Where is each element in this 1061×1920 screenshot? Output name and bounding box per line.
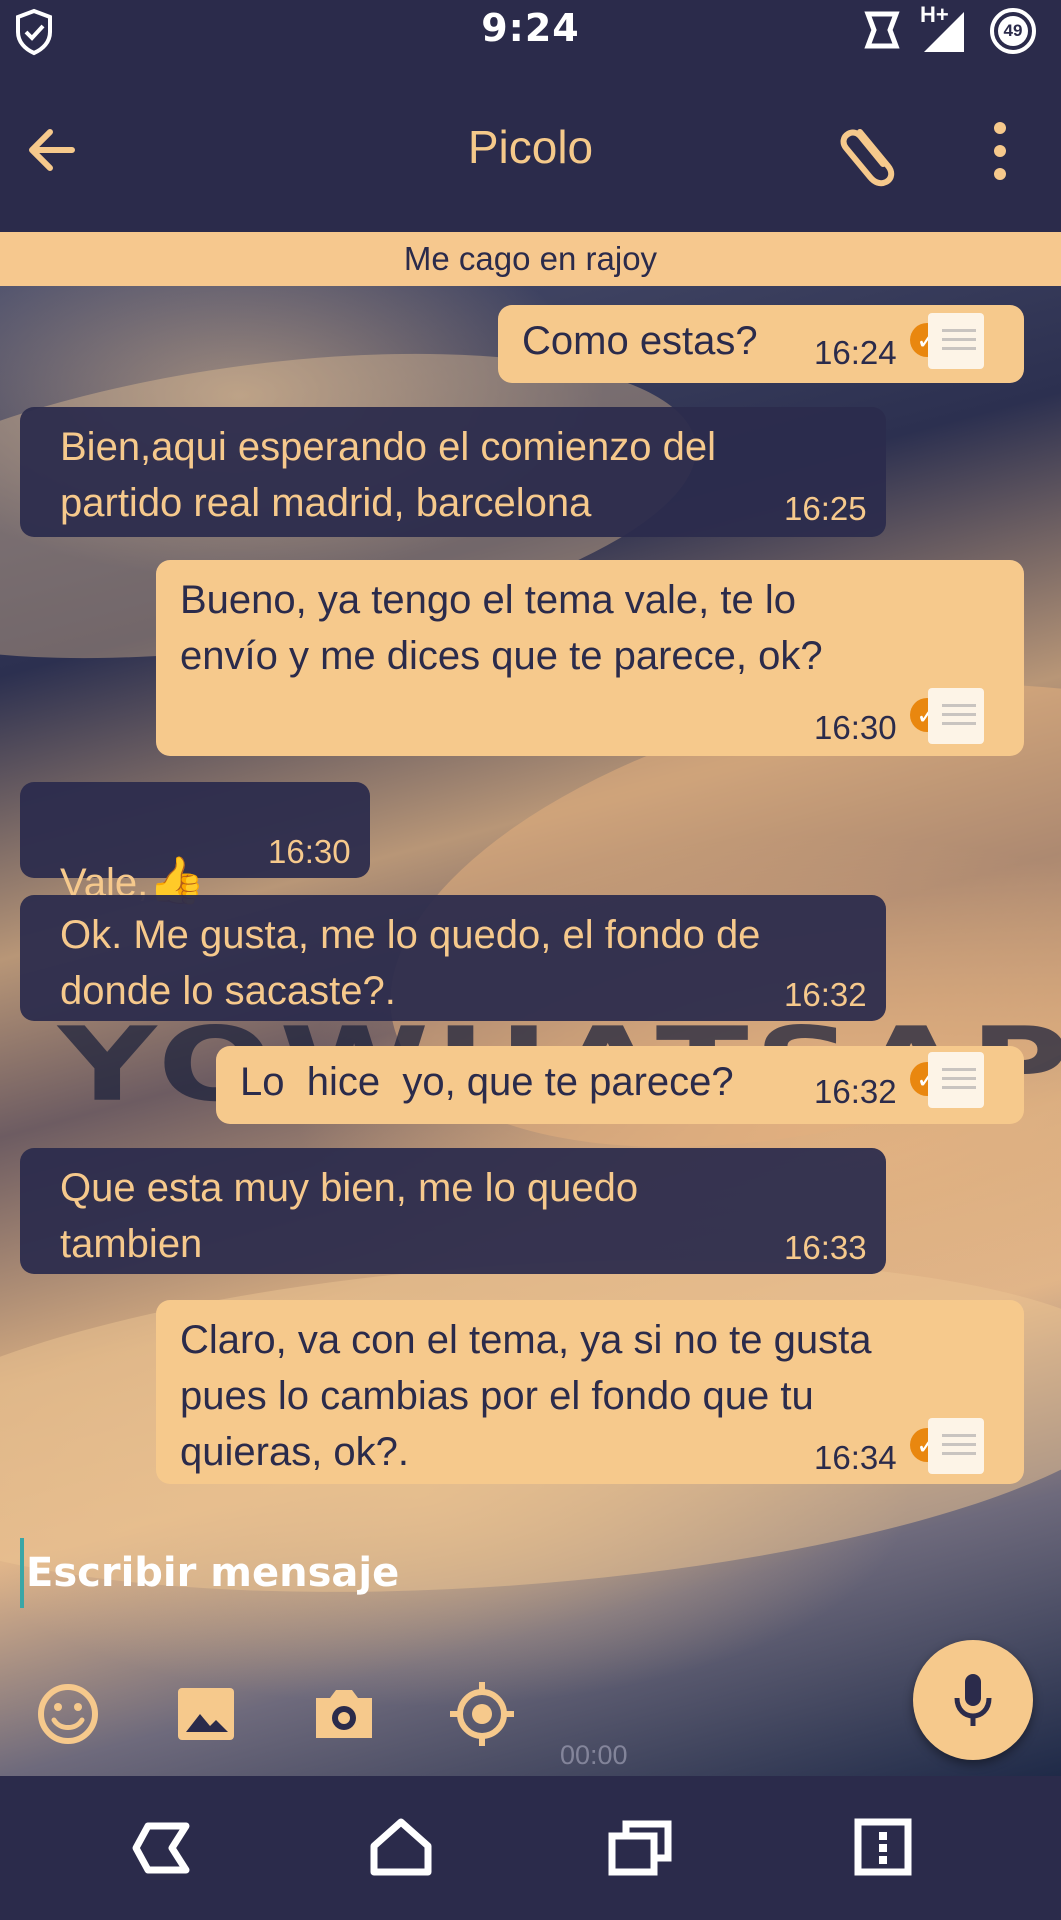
- message-text: Ok. Me gusta, me lo quedo, el fondo de d…: [60, 913, 761, 1013]
- message-input[interactable]: Escribir mensaje: [20, 1538, 920, 1608]
- message-text: Como estas?: [522, 319, 758, 363]
- message-text: Bueno, ya tengo el tema vale, te lo enví…: [180, 578, 823, 678]
- paperclip-icon[interactable]: [836, 118, 906, 188]
- document-icon: [928, 313, 984, 369]
- home-icon[interactable]: [366, 1816, 436, 1880]
- document-icon: [928, 1418, 984, 1474]
- message-bubble-outgoing[interactable]: Lo hice yo, que te parece? 16:32 ✓: [216, 1046, 1024, 1124]
- message-bubble-incoming[interactable]: Vale,👍 16:30: [20, 782, 370, 906]
- message-time: 16:32: [814, 1073, 897, 1110]
- message-time: 16:33: [784, 1229, 867, 1266]
- mic-icon: [954, 1674, 992, 1726]
- battery-level: 49: [998, 16, 1028, 46]
- battery-icon: 49: [990, 8, 1036, 54]
- contact-status: Me cago en rajoy: [0, 232, 1061, 286]
- record-timer: 00:00: [560, 1740, 628, 1770]
- message-text: Lo hice yo, que te parece?: [240, 1060, 734, 1104]
- mic-button[interactable]: [913, 1640, 1033, 1760]
- chat-screen: 9:24 H+ 49 Picolo Me cago en rajoy Como …: [0, 0, 1061, 1920]
- message-time: 16:30: [268, 833, 351, 870]
- message-bubble-outgoing[interactable]: Claro, va con el tema, ya si no te gusta…: [156, 1300, 1024, 1484]
- message-time: 16:25: [784, 490, 867, 527]
- gallery-icon[interactable]: [172, 1680, 240, 1748]
- message-time: 16:32: [784, 976, 867, 1013]
- menu-icon[interactable]: [848, 1816, 918, 1880]
- message-text: Vale,👍: [60, 796, 205, 911]
- message-bubble-outgoing[interactable]: Como estas? 16:24 ✓: [498, 305, 1024, 383]
- recents-icon[interactable]: [606, 1816, 676, 1880]
- message-text: Claro, va con el tema, ya si no te gusta…: [180, 1318, 872, 1474]
- back-nav-icon[interactable]: [126, 1816, 196, 1880]
- signal-icon: [924, 12, 964, 52]
- message-time: 16:24: [814, 334, 897, 371]
- document-icon: [928, 1052, 984, 1108]
- more-vert-icon[interactable]: [975, 118, 1025, 184]
- message-bubble-incoming[interactable]: Bien,aqui esperando el comienzo del part…: [20, 407, 886, 537]
- message-text: Bien,aqui esperando el comienzo del part…: [60, 425, 716, 525]
- message-bubble-incoming[interactable]: Que esta muy bien, me lo quedo tambien 1…: [20, 1148, 886, 1274]
- message-time: 16:30: [814, 709, 897, 746]
- navigation-bar: [0, 1776, 1061, 1920]
- emoji-icon[interactable]: [34, 1680, 102, 1748]
- message-bubble-incoming[interactable]: Ok. Me gusta, me lo quedo, el fondo de d…: [20, 895, 886, 1021]
- camera-icon[interactable]: [310, 1680, 378, 1748]
- message-text: Que esta muy bien, me lo quedo tambien: [60, 1166, 639, 1266]
- app-bar: Picolo: [0, 66, 1061, 232]
- status-bar: 9:24 H+ 49: [0, 0, 1061, 66]
- location-icon[interactable]: [448, 1680, 516, 1748]
- document-icon: [928, 688, 984, 744]
- sync-icon: [864, 11, 900, 49]
- message-bubble-outgoing[interactable]: Bueno, ya tengo el tema vale, te lo enví…: [156, 560, 1024, 756]
- message-time: 16:34: [814, 1439, 897, 1476]
